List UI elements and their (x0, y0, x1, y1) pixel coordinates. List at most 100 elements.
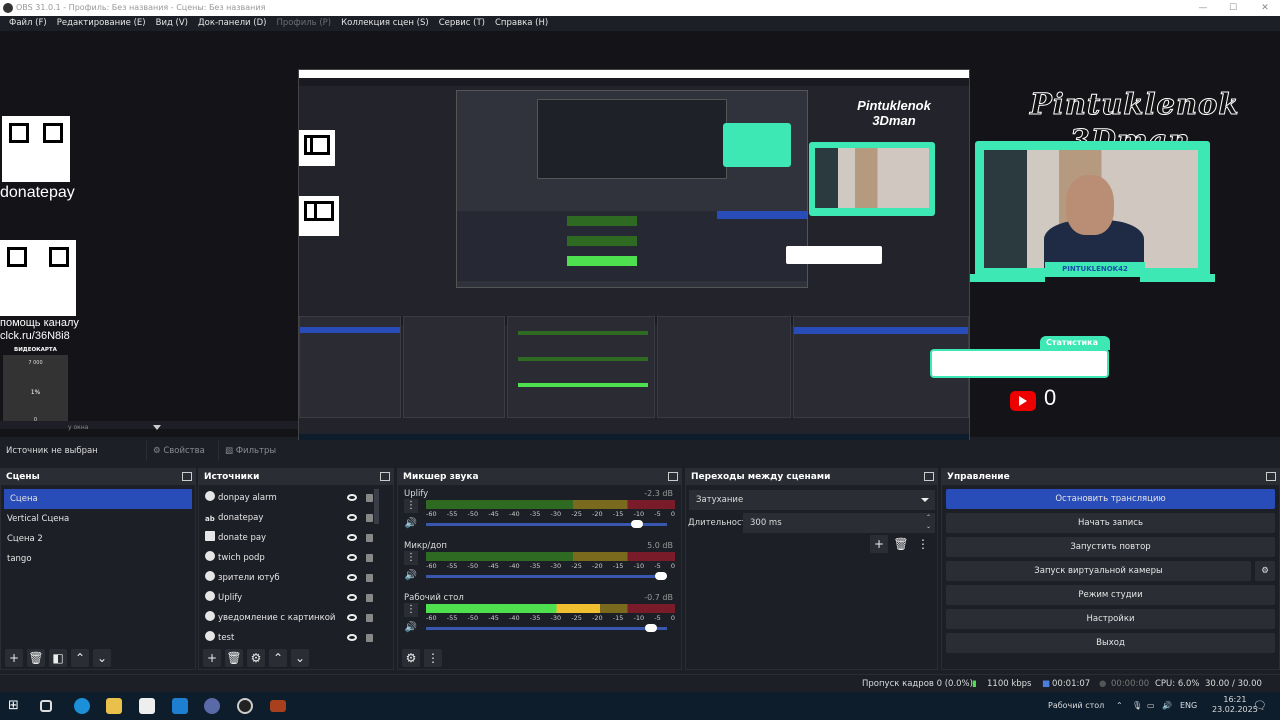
visibility-eye-icon[interactable] (347, 594, 357, 601)
lock-icon[interactable] (366, 614, 373, 622)
lock-icon[interactable] (366, 494, 373, 502)
menu-docks[interactable]: Док-панели (D) (193, 16, 271, 31)
source-item[interactable]: test (199, 628, 393, 645)
close-button[interactable]: ✕ (1254, 0, 1276, 16)
start-recording-button[interactable]: Начать запись (946, 513, 1275, 533)
menu-file[interactable]: Файл (F) (4, 16, 52, 31)
mixer-menu-button[interactable]: ⋮ (424, 649, 442, 667)
move-up-button[interactable]: ⌃ (269, 649, 287, 667)
volume-knob[interactable] (655, 572, 667, 580)
lock-icon[interactable] (366, 554, 373, 562)
scene-filters-button[interactable]: ◧ (49, 649, 67, 667)
undock-icon[interactable] (380, 472, 390, 481)
transition-select[interactable]: Затухание (689, 490, 935, 510)
speaker-icon[interactable]: 🔊 (404, 517, 418, 531)
menu-edit[interactable]: Редактирование (E) (52, 16, 151, 31)
move-down-button[interactable]: ⌄ (93, 649, 111, 667)
clock[interactable]: 16:21 23.02.2025 (1212, 695, 1258, 715)
start-replay-button[interactable]: Запустить повтор (946, 537, 1275, 557)
start-virtual-camera-button[interactable]: Запуск виртуальной камеры (946, 561, 1251, 581)
menu-tools[interactable]: Сервис (T) (434, 16, 490, 31)
undock-icon[interactable] (182, 472, 192, 481)
network-icon[interactable]: ▭ (1147, 692, 1155, 720)
source-item[interactable]: уведомление с картинкой (199, 608, 393, 628)
maximize-button[interactable]: ☐ (1222, 0, 1244, 16)
lock-icon[interactable] (366, 514, 373, 522)
preview-canvas[interactable]: donatepay помощь каналу clck.ru/36N8i8 В… (0, 31, 1280, 446)
lock-icon[interactable] (366, 574, 373, 582)
scene-item[interactable]: tango (1, 549, 195, 569)
source-properties-button[interactable]: ⚙ (247, 649, 265, 667)
channel-menu-button[interactable]: ⋮ (404, 551, 418, 565)
channel-menu-button[interactable]: ⋮ (404, 499, 418, 513)
obs-taskbar-icon[interactable] (204, 698, 220, 714)
lock-icon[interactable] (366, 634, 373, 642)
source-item[interactable]: twich podp (199, 548, 393, 568)
visibility-eye-icon[interactable] (347, 534, 357, 541)
add-source-button[interactable]: + (203, 649, 221, 667)
settings-button[interactable]: Настройки (946, 609, 1275, 629)
undock-icon[interactable] (668, 472, 678, 481)
add-transition-button[interactable]: + (870, 535, 888, 553)
visibility-eye-icon[interactable] (347, 574, 357, 581)
visibility-eye-icon[interactable] (347, 494, 357, 501)
menu-help[interactable]: Справка (H) (490, 16, 553, 31)
recording-app-icon[interactable] (237, 698, 253, 714)
menu-profile[interactable]: Профиль (P) (271, 16, 336, 31)
visibility-eye-icon[interactable] (347, 614, 357, 621)
windows-start-icon[interactable]: ⊞ (8, 698, 24, 714)
scrollbar[interactable] (374, 489, 379, 524)
task-view-icon[interactable] (40, 700, 52, 712)
move-up-button[interactable]: ⌃ (71, 649, 89, 667)
source-item[interactable]: donpay alarm (199, 488, 393, 508)
filters-button[interactable]: ▧ Фильтры (218, 441, 283, 461)
exit-button[interactable]: Выход (946, 633, 1275, 653)
notifications-icon[interactable]: 🗨 (1253, 692, 1267, 720)
volume-slider[interactable] (426, 624, 667, 632)
lock-icon[interactable] (366, 534, 373, 542)
speaker-icon[interactable]: 🔊 (404, 569, 418, 583)
tray-expand-icon[interactable]: ⌃ (1116, 692, 1123, 720)
visibility-eye-icon[interactable] (347, 634, 357, 641)
volume-slider[interactable] (426, 520, 667, 528)
remove-transition-button[interactable]: 🗑 (892, 535, 910, 553)
remove-source-button[interactable]: 🗑 (225, 649, 243, 667)
file-explorer-icon[interactable] (106, 698, 122, 714)
desktop-label[interactable]: Рабочий стол (1048, 692, 1104, 720)
undock-icon[interactable] (1266, 472, 1276, 481)
channel-menu-button[interactable]: ⋮ (404, 603, 418, 617)
app-icon[interactable] (270, 700, 286, 712)
volume-knob[interactable] (645, 624, 658, 632)
microphone-icon[interactable]: 🎙 (1132, 692, 1142, 720)
volume-slider[interactable] (426, 572, 667, 580)
language-indicator[interactable]: ENG (1180, 692, 1197, 720)
store-icon[interactable] (139, 698, 155, 714)
visibility-eye-icon[interactable] (347, 514, 357, 521)
visibility-eye-icon[interactable] (347, 554, 357, 561)
advanced-audio-button[interactable]: ⚙ (402, 649, 420, 667)
spin-arrows-icon[interactable]: ⌃ ⌄ (926, 513, 931, 531)
edge-icon[interactable] (74, 698, 90, 714)
properties-button[interactable]: ⚙ Свойства (146, 441, 211, 461)
menu-view[interactable]: Вид (V) (151, 16, 193, 31)
undock-icon[interactable] (924, 472, 934, 481)
source-item[interactable]: ab donatepay (199, 508, 393, 528)
menu-scene-collection[interactable]: Коллекция сцен (S) (336, 16, 434, 31)
mail-icon[interactable] (172, 698, 188, 714)
lock-icon[interactable] (366, 594, 373, 602)
virtual-camera-settings-button[interactable]: ⚙ (1255, 561, 1275, 581)
volume-icon[interactable]: 🔊 (1162, 692, 1172, 720)
volume-knob[interactable] (630, 520, 643, 528)
remove-scene-button[interactable]: 🗑 (27, 649, 45, 667)
source-item[interactable]: Uplify (199, 588, 393, 608)
minimize-button[interactable]: — (1192, 0, 1214, 16)
scene-item[interactable]: Сцена (4, 489, 192, 509)
scene-item[interactable]: Vertical Сцена (1, 509, 195, 529)
move-down-button[interactable]: ⌄ (291, 649, 309, 667)
transition-menu-button[interactable]: ⋮ (914, 535, 932, 553)
source-item[interactable]: зрители ютуб (199, 568, 393, 588)
add-scene-button[interactable]: + (5, 649, 23, 667)
speaker-icon[interactable]: 🔊 (404, 621, 418, 635)
stop-streaming-button[interactable]: Остановить трансляцию (946, 489, 1275, 509)
duration-spinbox[interactable]: 300 ms ⌃ ⌄ (743, 513, 935, 533)
